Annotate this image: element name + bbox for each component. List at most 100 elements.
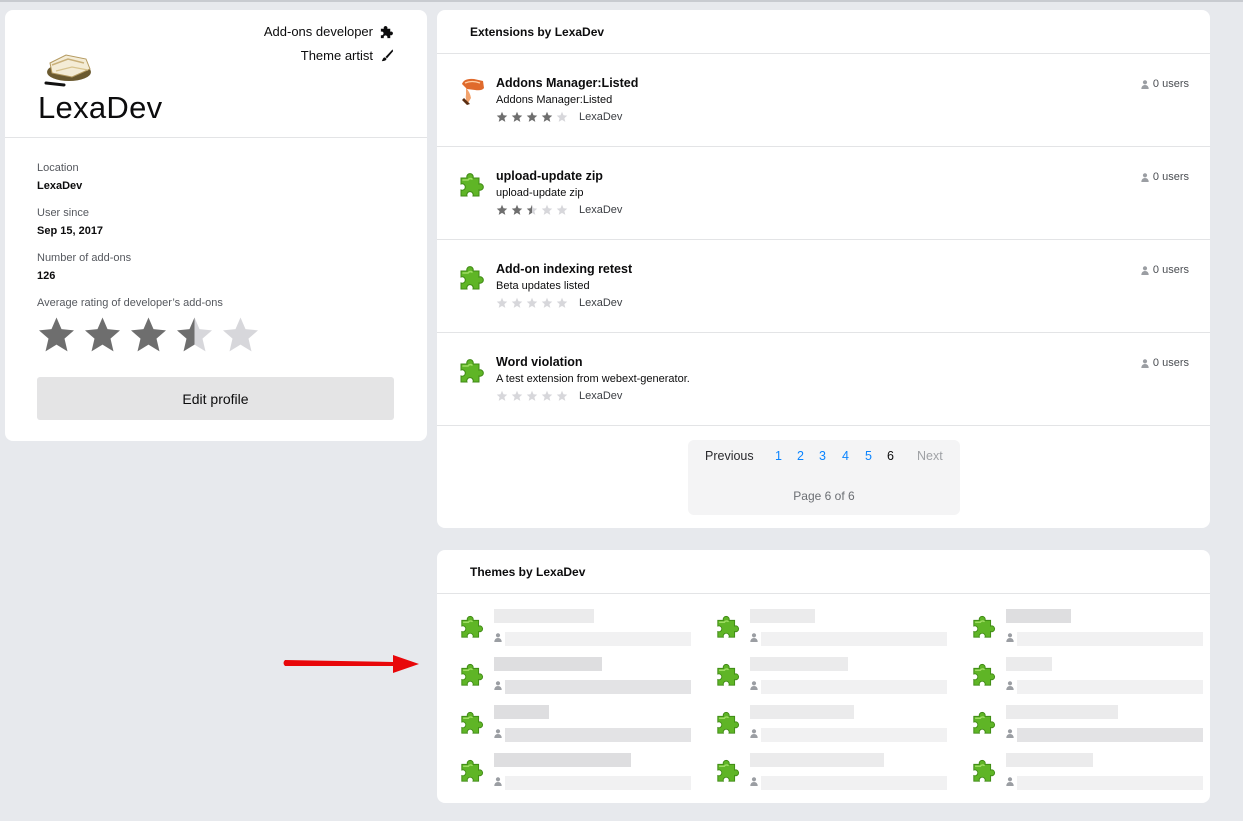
- addon-rating-stars: [496, 204, 568, 216]
- profile-name: LexaDev: [38, 90, 163, 125]
- star-icon: [511, 390, 523, 401]
- addons-count-value: 126: [37, 270, 56, 282]
- addon-users: 0 users: [1141, 264, 1189, 276]
- addon-row[interactable]: Addons Manager:Listed Addons Manager:List…: [437, 54, 1210, 147]
- addon-row[interactable]: Add-on indexing retest Beta updates liste…: [437, 240, 1210, 333]
- theme-users-placeholder: [1017, 680, 1203, 694]
- location-block: Location LexaDev: [37, 162, 82, 192]
- puzzle-icon: [460, 359, 484, 383]
- puzzle-icon: [973, 615, 996, 638]
- user-icon: [750, 681, 758, 690]
- addon-users: 0 users: [1141, 171, 1189, 183]
- pagination-previous[interactable]: Previous: [705, 449, 754, 463]
- user-since-label: User since: [37, 207, 89, 219]
- addons-count-block: Number of add-ons 126: [37, 252, 131, 282]
- star-icon: [556, 204, 568, 215]
- puzzle-icon: [460, 173, 484, 197]
- puzzle-icon: [461, 759, 484, 782]
- addon-summary: Addons Manager:Listed: [496, 94, 613, 106]
- star-icon: [496, 204, 508, 215]
- star-icon: [131, 317, 166, 352]
- page-link-4[interactable]: 4: [842, 449, 849, 463]
- theme-users-placeholder: [761, 776, 947, 790]
- addon-users-count: 0 users: [1152, 357, 1189, 369]
- star-icon: [556, 297, 568, 308]
- theme-users-placeholder: [1017, 776, 1203, 790]
- star-icon: [541, 111, 553, 122]
- addon-author: LexaDev: [579, 204, 623, 216]
- star-icon: [526, 111, 538, 122]
- theme-users-placeholder: [761, 680, 947, 694]
- star-icon: [85, 317, 120, 352]
- addon-name-link[interactable]: Addons Manager:Listed: [496, 76, 638, 90]
- user-icon: [750, 633, 758, 642]
- addon-rating-stars: [496, 297, 568, 309]
- addon-summary: upload-update zip: [496, 187, 584, 199]
- page-link-2[interactable]: 2: [797, 449, 804, 463]
- paintbrush-icon: [381, 49, 394, 62]
- theme-name-placeholder: [494, 753, 631, 767]
- addon-row[interactable]: Word violation A test extension from webe…: [437, 333, 1210, 426]
- addon-summary: Beta updates listed: [496, 280, 590, 292]
- star-icon: [556, 390, 568, 401]
- addon-name-link[interactable]: upload-update zip: [496, 169, 603, 183]
- edit-profile-button[interactable]: Edit profile: [37, 377, 394, 420]
- star-icon: [541, 297, 553, 308]
- avg-rating-label: Average rating of developer’s add-ons: [37, 297, 223, 309]
- theme-name-placeholder: [750, 657, 848, 671]
- theme-users-placeholder: [1017, 728, 1203, 742]
- user-icon: [1141, 265, 1149, 275]
- role-label: Add-ons developer: [263, 24, 373, 39]
- puzzle-icon: [717, 663, 740, 686]
- top-border: [0, 0, 1243, 2]
- puzzle-icon: [717, 711, 740, 734]
- addon-rating-stars: [496, 111, 568, 123]
- addon-author: LexaDev: [579, 297, 623, 309]
- star-icon: [526, 390, 538, 401]
- addon-name-link[interactable]: Add-on indexing retest: [496, 262, 632, 276]
- addon-row[interactable]: upload-update zip upload-update zip LexaDe…: [437, 147, 1210, 240]
- addons-count-label: Number of add-ons: [37, 252, 132, 264]
- theme-placeholder: [703, 700, 947, 742]
- user-since-value: Sep 15, 2017: [37, 225, 104, 237]
- star-icon: [496, 390, 508, 401]
- addon-name-link[interactable]: Word violation: [496, 355, 583, 369]
- theme-users-placeholder: [761, 728, 947, 742]
- addon-summary: A test extension from webext-generator.: [496, 373, 690, 385]
- user-icon: [750, 729, 758, 738]
- page-link-5[interactable]: 5: [865, 449, 872, 463]
- star-icon: [556, 111, 568, 122]
- page-link-1[interactable]: 1: [775, 449, 782, 463]
- role-addons-developer: Add-ons developer: [264, 24, 394, 39]
- puzzle-icon: [717, 759, 740, 782]
- avg-rating-block: Average rating of developer’s add-ons: [37, 297, 223, 309]
- user-icon: [494, 633, 502, 642]
- theme-name-placeholder: [1006, 657, 1052, 671]
- star-icon: [526, 204, 538, 215]
- user-icon: [1006, 681, 1014, 690]
- puzzle-icon: [973, 663, 996, 686]
- theme-name-placeholder: [750, 609, 815, 623]
- user-icon: [494, 729, 502, 738]
- user-icon: [1141, 172, 1149, 182]
- profile-card: Add-ons developer Theme artist LexaDev L…: [5, 10, 427, 441]
- theme-name-placeholder: [494, 609, 594, 623]
- addon-author: LexaDev: [579, 111, 623, 123]
- brush-icon: [462, 78, 484, 105]
- star-icon: [511, 297, 523, 308]
- theme-name-placeholder: [750, 753, 884, 767]
- divider: [5, 137, 427, 138]
- star-icon: [511, 204, 523, 215]
- star-icon: [39, 317, 74, 352]
- themes-header: Themes by LexaDev: [437, 550, 1210, 594]
- pagination-info: Page 6 of 6: [793, 489, 855, 503]
- addon-users: 0 users: [1141, 78, 1189, 90]
- pagination-next: Next: [917, 449, 943, 463]
- puzzle-icon: [973, 711, 996, 734]
- addon-list: Addons Manager:Listed Addons Manager:List…: [437, 54, 1210, 426]
- user-since-block: User since Sep 15, 2017: [37, 207, 103, 237]
- page-link-3[interactable]: 3: [819, 449, 826, 463]
- role-theme-artist: Theme artist: [301, 48, 394, 63]
- theme-name-placeholder: [494, 657, 602, 671]
- star-icon: [541, 204, 553, 215]
